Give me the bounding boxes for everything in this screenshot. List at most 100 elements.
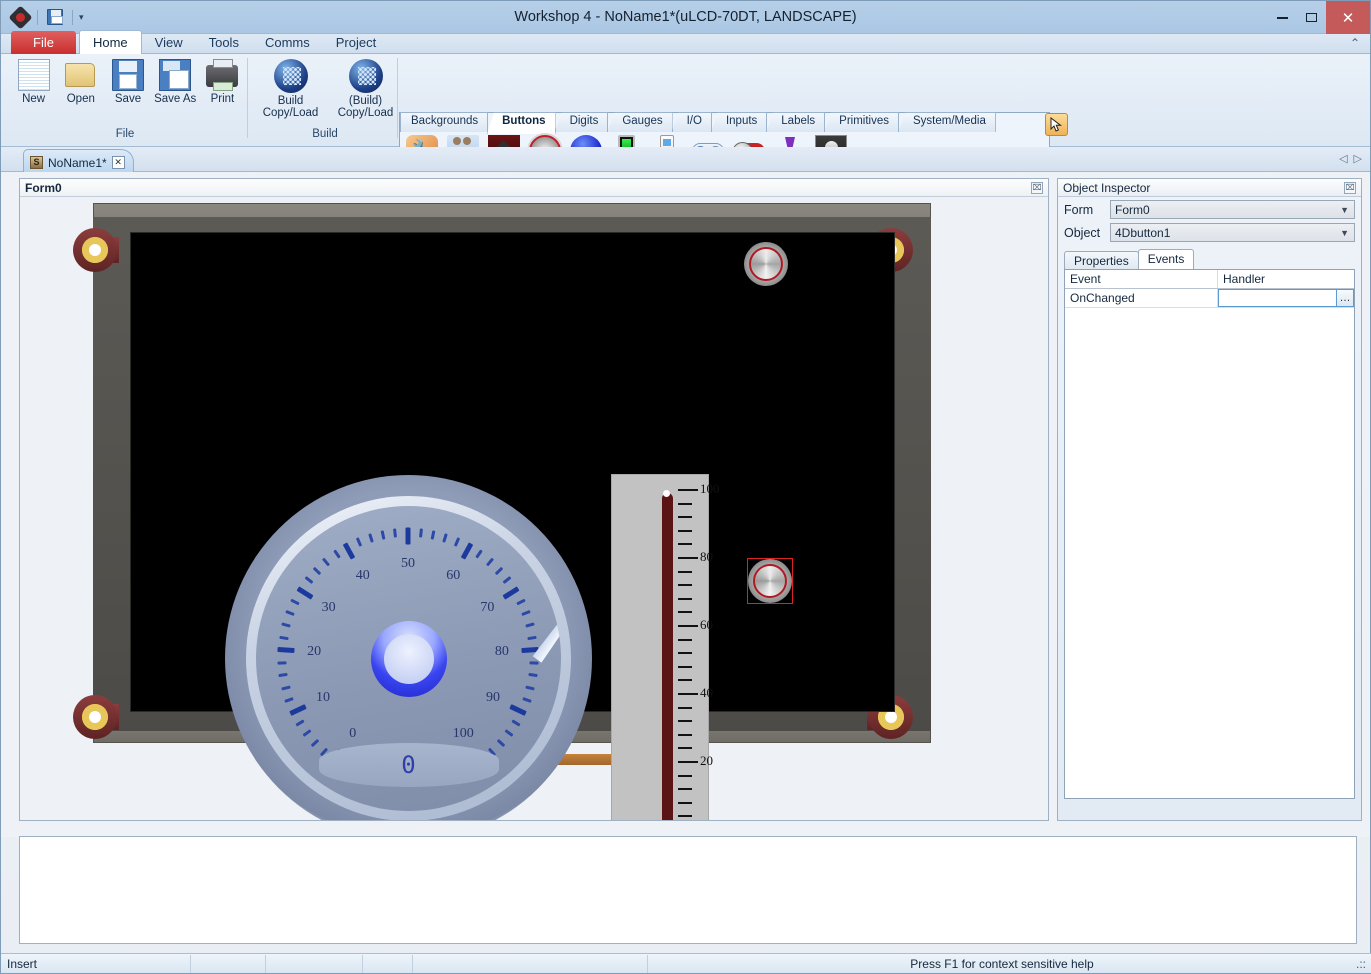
save-button[interactable]: Save [105,59,150,105]
gauge-tick [289,704,307,716]
build-paren-copy-load-button[interactable]: (Build) Copy/Load [332,59,399,119]
collapse-ribbon-icon[interactable]: ⌃ [1350,36,1360,50]
event-handler-cell[interactable]: … [1218,289,1354,307]
gauge-tick [380,530,385,539]
inspector-tab-events[interactable]: Events [1138,249,1195,269]
gauge-digital-value: 0 [319,751,499,779]
thermometer-tick [678,489,698,491]
gauge-tick [278,647,295,653]
tab-nav-next-icon[interactable]: ▷ [1354,152,1362,165]
gauge-tick [356,537,362,546]
events-grid-header: Event Handler [1065,270,1354,289]
gauge-tick [521,610,530,616]
handler-ellipsis-button[interactable]: … [1336,290,1353,306]
maximize-button[interactable] [1297,1,1326,34]
gauge-tick [511,719,520,726]
thermometer-tick [678,761,698,763]
gallery-tab-buttons[interactable]: Buttons [487,112,555,134]
form-close-icon[interactable]: ⌧ [1031,182,1043,194]
inspector-close-icon[interactable]: ⌧ [1344,182,1356,194]
inspector-tabs: Properties Events [1064,249,1361,269]
thermometer-tick [678,666,692,668]
pointer-cursor-icon[interactable] [1045,113,1068,136]
mount-hole-bottom-left [73,695,117,739]
thermometer-tick [678,557,698,559]
thermometer-tick [678,815,692,817]
gauge-tick [525,623,534,628]
gauge-tick-label: 0 [349,726,356,742]
print-button[interactable]: Print [200,59,245,105]
ribbon-tab-bar: File Home View Tools Comms Project ⌃ [1,34,1370,54]
close-button[interactable]: ✕ [1326,1,1370,34]
events-grid-row[interactable]: OnChanged … [1065,289,1354,308]
gallery-tab-digits[interactable]: Digits [555,112,609,132]
output-pane[interactable] [19,836,1357,944]
gauge-tick-label: 40 [356,568,370,584]
gauge-tick [313,566,322,574]
widget-4dbutton0[interactable] [744,242,788,286]
build-copy-load-button[interactable]: Build Copy/Load [257,59,324,119]
gauge-tick [304,576,313,584]
thermometer-tick-label: 60 [700,617,713,633]
gauge-tick [526,685,535,690]
gallery-tab-backgrounds[interactable]: Backgrounds [400,112,488,132]
gallery-tab-primitives[interactable]: Primitives [824,112,899,132]
thermometer-tick [678,530,692,532]
selection-rectangle [747,558,793,604]
ribbon-tab-file[interactable]: File [11,31,76,54]
gallery-tab-labels[interactable]: Labels [766,112,825,132]
ribbon-tab-comms[interactable]: Comms [252,31,323,54]
save-as-button[interactable]: Save As [153,59,198,105]
mount-hole-top-left [73,228,117,272]
form-header: Form0 ⌧ [20,179,1048,197]
ribbon-separator-1 [247,58,248,138]
events-header-event: Event [1065,270,1218,288]
events-grid: Event Handler OnChanged … [1064,269,1355,799]
design-canvas[interactable]: 0102030405060708090100 0 [20,197,1048,820]
gallery-tab-system-media[interactable]: System/Media [898,112,996,132]
inspector-form-dropdown[interactable]: Form0 ▼ [1110,200,1355,219]
events-header-handler: Handler [1218,270,1354,288]
inspector-object-dropdown[interactable]: 4Dbutton1 ▼ [1110,223,1355,242]
new-document-icon [18,59,50,91]
ribbon-group-build: Build Copy/Load (Build) Copy/Load Build [251,56,399,142]
build-copy-load-line1: Build [278,95,304,107]
ribbon-tab-view[interactable]: View [142,31,196,54]
thermometer-tick [678,679,692,681]
status-cell-5 [413,955,648,973]
gallery-tab-inputs[interactable]: Inputs [711,112,767,132]
inspector-form-value: Form0 [1115,203,1150,217]
widget-thermometer[interactable]: 020406080100 [611,474,709,820]
resize-grip-icon[interactable]: .:: [1356,957,1371,971]
new-button[interactable]: New [11,59,56,105]
save-floppy-icon [112,59,144,91]
minimize-button[interactable] [1268,1,1297,34]
open-button[interactable]: Open [58,59,103,105]
ribbon-group-file-label: File [5,128,245,140]
document-tab-close-icon[interactable]: ✕ [112,156,125,169]
gallery-tab-gauges[interactable]: Gauges [607,112,672,132]
status-bar: Insert Press F1 for context sensitive he… [1,953,1371,973]
gauge-tick [431,530,436,539]
ribbon-separator-2 [397,58,398,138]
document-tab-noname1[interactable]: S NoName1* ✕ [23,149,134,172]
ribbon-tab-tools[interactable]: Tools [196,31,252,54]
ribbon-tab-home[interactable]: Home [79,30,142,54]
gallery-tab-io[interactable]: I/O [672,112,712,132]
thermometer-tick [678,720,692,722]
lcd-screen[interactable]: 0102030405060708090100 0 [130,232,895,712]
tab-nav-prev-icon[interactable]: ◁ [1339,152,1347,165]
open-button-label: Open [67,93,95,105]
thermometer-tick [678,543,692,545]
handler-input[interactable]: … [1218,289,1354,307]
new-button-label: New [22,93,45,105]
widget-angular-meter[interactable]: 0102030405060708090100 0 [225,475,592,820]
print-button-label: Print [211,93,235,105]
inspector-tab-properties[interactable]: Properties [1064,251,1139,269]
gauge-tick [302,729,311,737]
ribbon-tab-project[interactable]: Project [323,31,389,54]
thermometer-tick [678,802,692,804]
inspector-object-label: Object [1064,226,1104,240]
ribbon-group-file: New Open Save Save As Print [5,56,245,142]
gauge-hub [371,621,447,697]
